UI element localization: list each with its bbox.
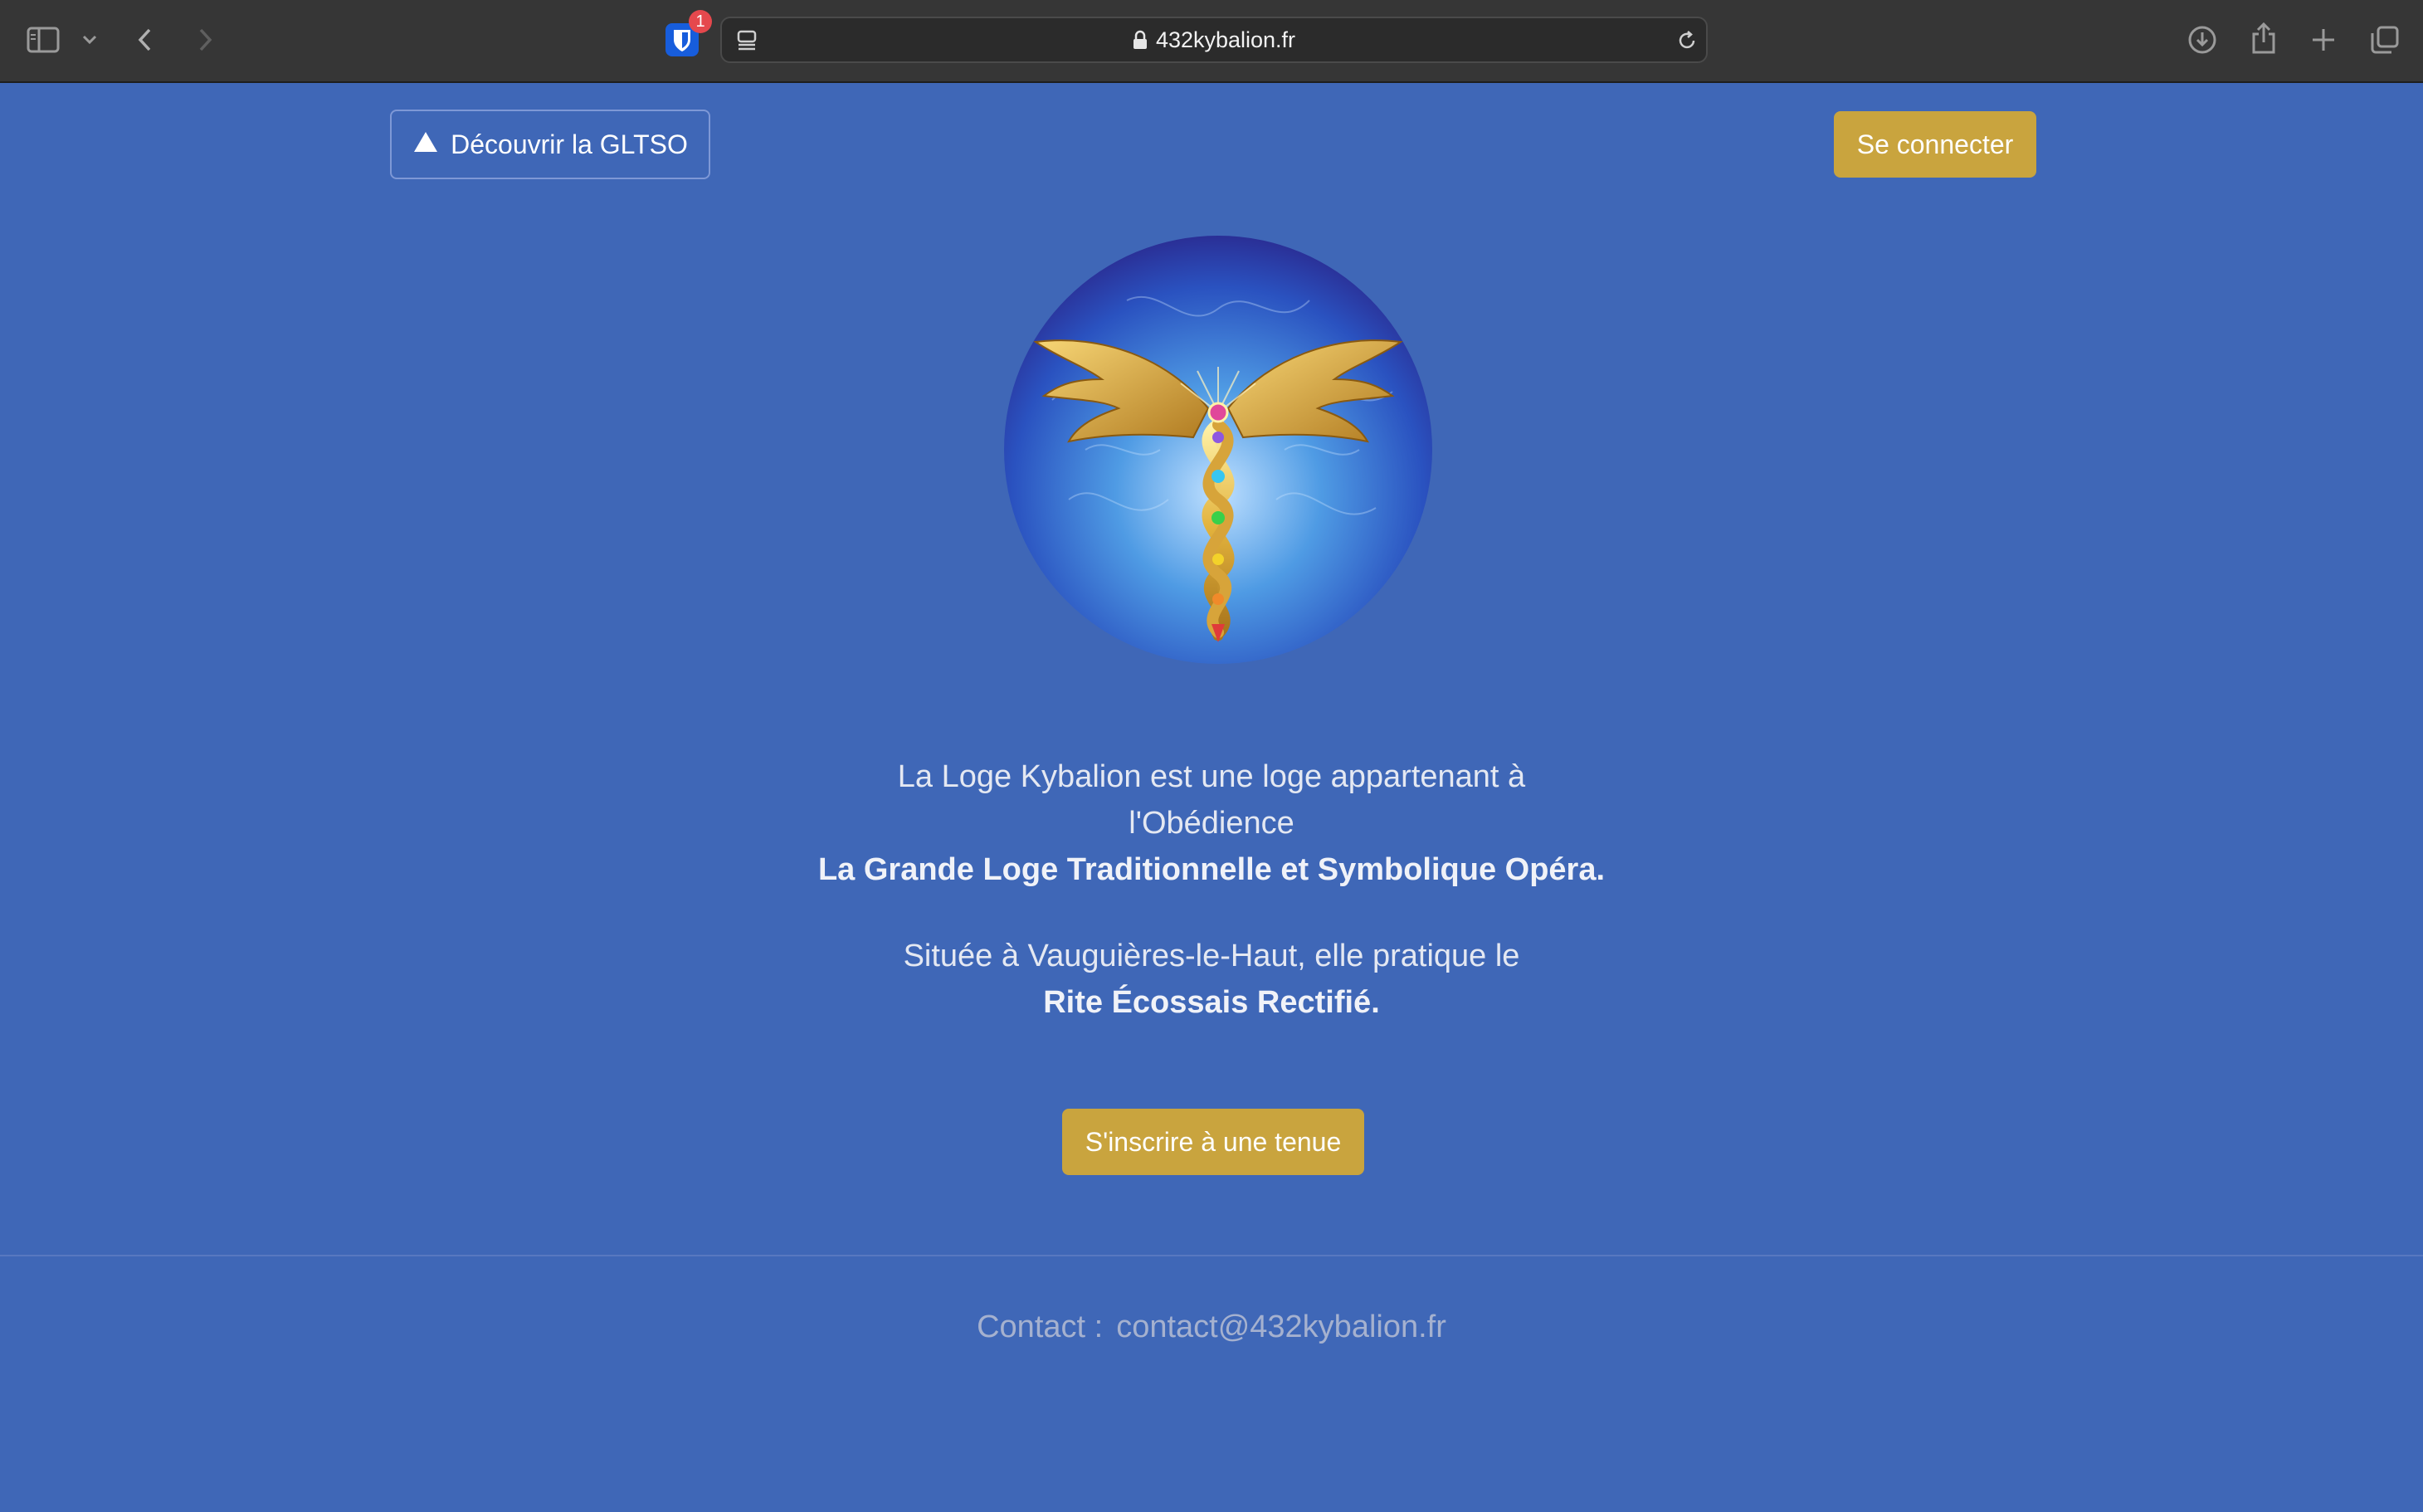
- footer-divider: [0, 1255, 2423, 1256]
- tabs-overview-icon[interactable]: [2368, 23, 2401, 56]
- contact-email-link[interactable]: contact@432kybalion.fr: [1116, 1310, 1446, 1344]
- back-icon[interactable]: [133, 23, 158, 56]
- page-content: Découvrir la GLTSO Se connecter La Loge …: [0, 85, 2423, 1512]
- url-display: 432kybalion.fr: [722, 18, 1706, 61]
- share-icon[interactable]: [2245, 18, 2282, 58]
- footer-contact: Contact : contact@432kybalion.fr: [0, 1310, 2423, 1345]
- browser-toolbar: 1 432kybalion.fr: [0, 0, 2423, 83]
- forward-icon: [193, 23, 217, 56]
- chevron-down-icon[interactable]: [80, 30, 100, 50]
- intro-line: l'Obédience: [1129, 806, 1294, 841]
- extension-badge: 1: [689, 10, 712, 33]
- reload-icon[interactable]: [1675, 28, 1699, 53]
- intro-line: La Loge Kybalion est une loge appartenan…: [897, 759, 1526, 794]
- sidebar-icon[interactable]: [25, 23, 61, 56]
- rite-name: Rite Écossais Rectifié.: [1043, 985, 1380, 1020]
- obedience-name: La Grande Loge Traditionnelle et Symboli…: [817, 852, 1606, 887]
- download-icon[interactable]: [2184, 22, 2221, 58]
- login-button[interactable]: Se connecter: [1834, 111, 2036, 178]
- contact-label: Contact :: [977, 1310, 1104, 1344]
- location-line: Située à Vauguières-le-Haut, elle pratiq…: [903, 939, 1520, 973]
- lock-icon: [1133, 30, 1148, 50]
- url-text: 432kybalion.fr: [1155, 27, 1296, 52]
- pyramid-icon: [412, 129, 439, 160]
- discover-gltso-label: Découvrir la GLTSO: [451, 129, 688, 159]
- location-paragraph: Située à Vauguières-le-Haut, elle pratiq…: [714, 933, 1709, 1026]
- address-bar[interactable]: 432kybalion.fr: [720, 17, 1708, 63]
- discover-gltso-button[interactable]: Découvrir la GLTSO: [390, 110, 710, 179]
- caduceus-logo: [1002, 234, 1434, 666]
- register-session-button[interactable]: S'inscrire à une tenue: [1062, 1109, 1364, 1175]
- new-tab-icon[interactable]: [2307, 23, 2340, 56]
- intro-paragraph: La Loge Kybalion est une loge appartenan…: [714, 754, 1709, 893]
